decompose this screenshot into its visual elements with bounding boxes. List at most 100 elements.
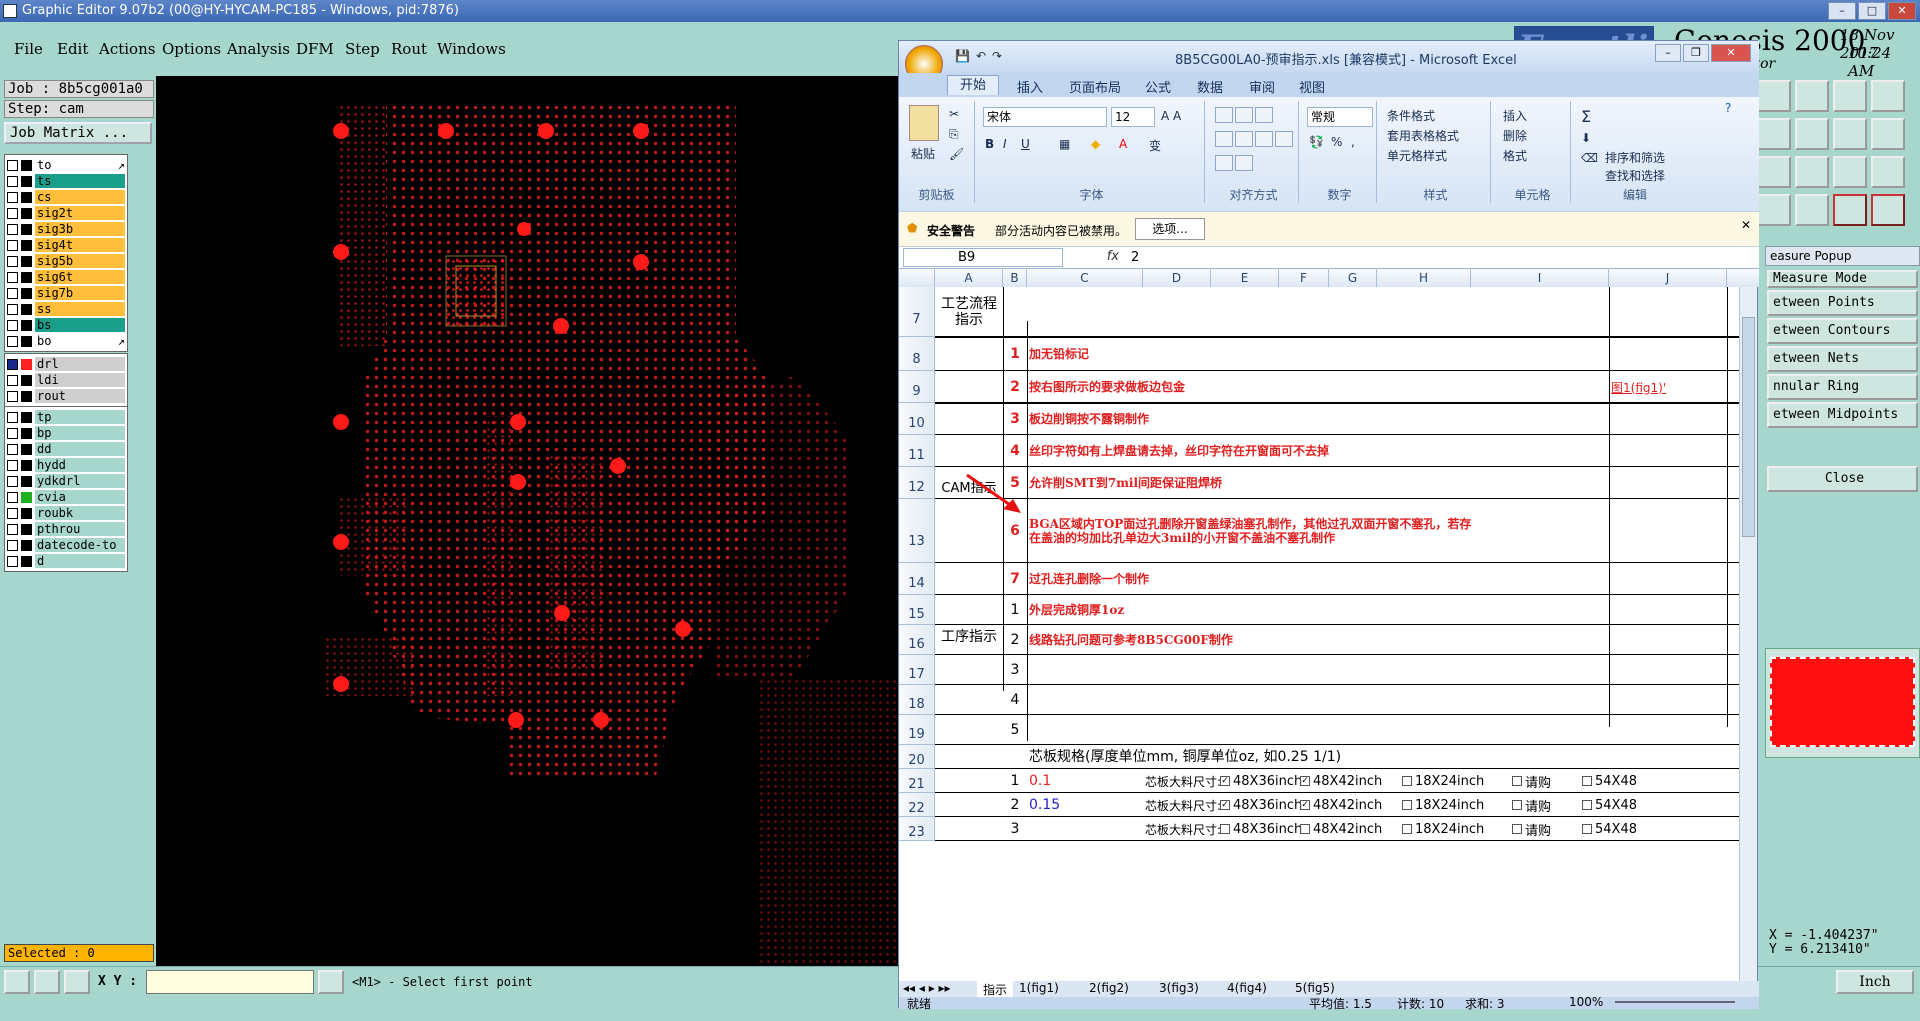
- instruction-cell[interactable]: 芯板规格(厚度单位mm, 铜厚单位oz, 如0.25 1/1): [1029, 745, 1483, 769]
- layer-name[interactable]: cs: [35, 190, 125, 204]
- row-header[interactable]: 10: [899, 403, 935, 435]
- layer-name[interactable]: tp: [35, 410, 125, 424]
- layer-checkbox[interactable]: [7, 319, 18, 331]
- increase-indent-icon[interactable]: [1235, 155, 1253, 171]
- core-size-option[interactable]: 请购: [1509, 817, 1551, 841]
- instruction-cell[interactable]: BGA区域内TOP面过孔删除开窗盖绿油塞孔制作，其他过孔双面开窗不塞孔，若存在盖…: [1029, 499, 1483, 563]
- row-header[interactable]: 19: [899, 715, 935, 745]
- core-size-option[interactable]: 54X48: [1579, 817, 1637, 841]
- layer-row-sig4t[interactable]: sig4t: [7, 237, 125, 253]
- layer-name[interactable]: ydkdrl: [35, 474, 125, 488]
- core-size-checkbox[interactable]: [1582, 776, 1592, 786]
- row-header[interactable]: 9: [899, 371, 935, 403]
- layer-row-ss[interactable]: ss: [7, 301, 125, 317]
- layer-checkbox[interactable]: [7, 255, 18, 267]
- layer-name[interactable]: rout: [35, 389, 125, 403]
- measure-between-midpoints[interactable]: etween Midpoints: [1767, 402, 1918, 428]
- layer-row-bo[interactable]: bo ↗: [7, 333, 125, 349]
- instruction-cell[interactable]: 加无铅标记: [1029, 337, 1483, 371]
- job-matrix-button[interactable]: Job Matrix ...: [4, 122, 152, 144]
- core-size-checkbox[interactable]: [1402, 800, 1412, 810]
- copy-icon[interactable]: ⎘: [949, 127, 959, 142]
- worksheet-grid[interactable]: 7 8 1 加无铅标记 9 2 按右图所示的要求做板边包金 图1(fig1)' 10 3 板边削铜按…: [899, 287, 1739, 981]
- graphic-canvas[interactable]: [156, 76, 898, 966]
- layer-row-drl[interactable]: drl: [7, 356, 125, 372]
- core-size-option[interactable]: ✓ 48X36inch: [1217, 793, 1302, 817]
- row-header[interactable]: 18: [899, 685, 935, 715]
- layer-row-pthrou[interactable]: pthrou: [7, 521, 125, 537]
- row-index-cell[interactable]: 3: [1003, 817, 1027, 841]
- bold-icon[interactable]: B: [985, 137, 994, 151]
- tab-view[interactable]: 视图: [1299, 77, 1325, 96]
- core-size-checkbox[interactable]: [1512, 800, 1522, 810]
- underline-icon[interactable]: U: [1021, 137, 1030, 151]
- zoom-slider[interactable]: [1615, 1001, 1735, 1003]
- layer-name[interactable]: sig2t: [35, 206, 125, 220]
- fill-icon[interactable]: ⬇: [1581, 131, 1591, 145]
- layer-checkbox[interactable]: [7, 555, 18, 567]
- tool-icon-10[interactable]: [1795, 156, 1829, 188]
- row-index-cell[interactable]: 2: [1003, 625, 1027, 655]
- core-size-option[interactable]: 48X42inch: [1297, 817, 1382, 841]
- layer-name[interactable]: dd: [35, 442, 125, 456]
- measure-close-button[interactable]: Close: [1767, 466, 1918, 492]
- core-size-option[interactable]: 请购: [1509, 769, 1551, 793]
- find-select-button[interactable]: 查找和选择: [1605, 167, 1665, 184]
- insert-cells-button[interactable]: 插入: [1503, 107, 1527, 124]
- layer-checkbox[interactable]: [7, 191, 18, 203]
- figure-link-cell[interactable]: 图1(fig1)': [1611, 371, 1727, 403]
- core-size-option[interactable]: ✓ 48X42inch: [1297, 793, 1382, 817]
- menu-options[interactable]: Options: [162, 40, 221, 58]
- accounting-icon[interactable]: 💱: [1309, 135, 1324, 149]
- menu-analysis[interactable]: Analysis: [227, 40, 290, 58]
- format-painter-icon[interactable]: 🖌: [949, 147, 964, 161]
- merge-center-icon[interactable]: [1275, 131, 1293, 147]
- layer-row-datecode-to[interactable]: datecode-to: [7, 537, 125, 553]
- row-header[interactable]: 8: [899, 337, 935, 371]
- units-button[interactable]: Inch: [1836, 970, 1914, 994]
- paste-button-label[interactable]: 粘贴: [911, 145, 935, 162]
- percent-icon[interactable]: %: [1331, 135, 1342, 149]
- layer-name[interactable]: sig6t: [35, 270, 125, 284]
- core-size-checkbox[interactable]: ✓: [1220, 776, 1230, 786]
- tool-icon-7[interactable]: [1833, 118, 1867, 150]
- maximize-button[interactable]: □: [1858, 2, 1886, 20]
- layer-row-ts[interactable]: ts: [7, 173, 125, 189]
- security-options-button[interactable]: 选项...: [1135, 218, 1205, 240]
- layer-checkbox[interactable]: [7, 303, 18, 315]
- col-header-h[interactable]: H: [1377, 269, 1471, 287]
- layer-name[interactable]: cvia: [35, 490, 125, 504]
- tab-formulas[interactable]: 公式: [1145, 77, 1171, 96]
- col-header-b[interactable]: B: [1003, 269, 1027, 287]
- row-index-cell[interactable]: 1: [1003, 769, 1027, 793]
- layer-name[interactable]: d: [35, 554, 125, 568]
- instruction-cell[interactable]: 外层完成铜厚1oz: [1029, 595, 1483, 625]
- autosum-icon[interactable]: Σ: [1581, 107, 1591, 126]
- layer-row-ldi[interactable]: ldi: [7, 372, 125, 388]
- menu-file[interactable]: File: [14, 40, 43, 58]
- layer-row-rout[interactable]: rout: [7, 388, 125, 404]
- row-index-cell[interactable]: 3: [1003, 403, 1027, 435]
- layer-name[interactable]: roubk: [35, 506, 125, 520]
- layer-name[interactable]: bp: [35, 426, 125, 440]
- layer-row-cvia[interactable]: cvia: [7, 489, 125, 505]
- tool-icon-9[interactable]: [1757, 156, 1791, 188]
- layer-checkbox[interactable]: [7, 491, 18, 503]
- row-index-cell[interactable]: 4: [1003, 685, 1027, 715]
- core-size-option[interactable]: 18X24inch: [1399, 769, 1484, 793]
- info-icon[interactable]: [318, 970, 344, 994]
- layer-checkbox[interactable]: [7, 159, 18, 171]
- layer-name[interactable]: datecode-to: [35, 538, 125, 552]
- layer-row-to[interactable]: to ↗: [7, 157, 125, 173]
- core-size-option[interactable]: 54X48: [1579, 793, 1637, 817]
- measure-between-nets[interactable]: etween Nets: [1767, 346, 1918, 372]
- fx-icon[interactable]: fx: [1071, 249, 1125, 266]
- vertical-scrollbar[interactable]: [1739, 287, 1757, 981]
- tab-page-layout[interactable]: 页面布局: [1069, 77, 1121, 96]
- format-as-table-button[interactable]: 套用表格格式: [1387, 127, 1459, 144]
- instruction-cell[interactable]: 按右图所示的要求做板边包金: [1029, 371, 1483, 403]
- layer-name[interactable]: sig5b: [35, 254, 125, 268]
- formula-input[interactable]: 2: [1131, 249, 1139, 266]
- core-thickness-cell[interactable]: 0.1: [1029, 769, 1109, 793]
- core-size-checkbox[interactable]: [1402, 824, 1412, 834]
